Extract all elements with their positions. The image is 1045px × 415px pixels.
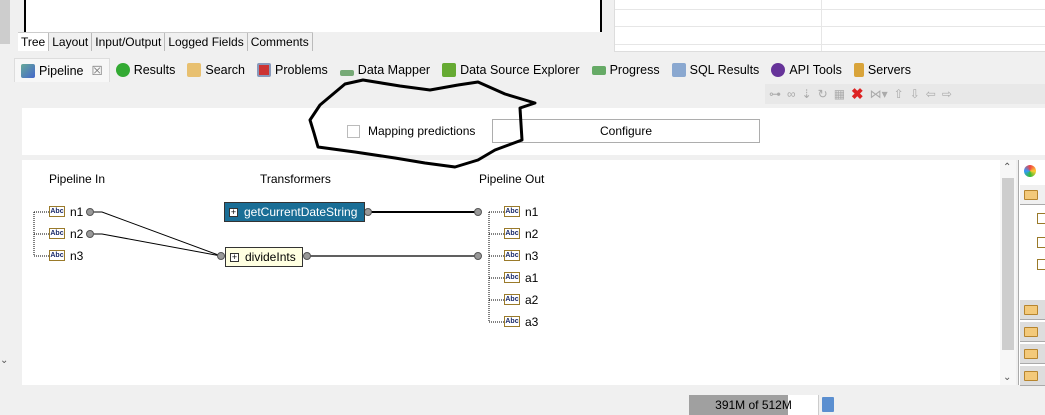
folder-icon (1024, 190, 1038, 200)
port-in-n1 (86, 208, 94, 216)
search-icon (187, 63, 202, 77)
port-divideints-in (217, 252, 225, 260)
string-type-icon: Abc (49, 206, 65, 217)
heap-usage-text: 391M of 512M (715, 398, 792, 412)
string-type-icon: Abc (504, 272, 520, 283)
pipeline-in-header: Pipeline In (49, 172, 106, 186)
view-tabs: Pipeline ☒ Results Search Problems Data M… (14, 58, 917, 82)
status-bar (0, 393, 1045, 415)
palette-icon (1024, 165, 1036, 177)
link-icon[interactable]: ⊶ (769, 87, 781, 101)
variable-dropdown-icon[interactable]: ⋈▾ (870, 87, 888, 101)
mapping-predictions-label: Mapping predictions (368, 124, 476, 138)
port-divideints-out (303, 252, 311, 260)
table-icon[interactable]: ▦ (834, 87, 845, 101)
editor-area (24, 0, 602, 32)
pipeline-out-header: Pipeline Out (479, 172, 545, 186)
problems-icon (257, 63, 271, 77)
configure-button[interactable]: Configure (492, 119, 760, 143)
tab-pipeline[interactable]: Pipeline ☒ (14, 58, 110, 82)
string-type-icon: Abc (504, 228, 520, 239)
tab-layout[interactable]: Layout (49, 33, 93, 51)
refresh-icon[interactable]: ↻ (818, 87, 828, 101)
properties-table (614, 0, 1045, 52)
port-out-n1 (474, 208, 482, 216)
string-type-icon: Abc (504, 206, 520, 217)
tab-tree[interactable]: Tree (18, 33, 50, 51)
tab-search[interactable]: Search (181, 58, 251, 82)
string-type-icon: Abc (49, 228, 65, 239)
string-type-icon (1037, 237, 1045, 248)
tab-input-output[interactable]: Input/Output (92, 33, 166, 51)
tab-comments[interactable]: Comments (247, 33, 313, 51)
string-type-icon (1037, 259, 1045, 270)
scrollbar-thumb[interactable] (1002, 178, 1014, 350)
mapper-canvas: Pipeline In Transformers Pipeline Out Ab… (22, 160, 1000, 385)
palette-folder[interactable] (1020, 344, 1045, 364)
scroll-down-icon[interactable]: ⌄ (1003, 372, 1011, 383)
palette-folder[interactable] (1020, 322, 1045, 342)
data-source-icon (442, 63, 457, 77)
expand-icon[interactable]: + (229, 207, 238, 217)
transformer-divideints[interactable]: + divideInts (225, 247, 303, 267)
view-toolbar: ⊶ ∞ ⇣ ↻ ▦ ✖ ⋈▾ ⇧ ⇩ ⇦ ⇨ (765, 84, 1045, 104)
folder-icon (1024, 327, 1038, 337)
folder-icon (1024, 349, 1038, 359)
left-scrollbar[interactable] (0, 0, 10, 44)
progress-icon (591, 65, 606, 75)
string-type-icon: Abc (49, 250, 65, 261)
palette-folder[interactable] (1020, 185, 1045, 205)
tab-servers[interactable]: Servers (848, 58, 917, 82)
api-tools-icon (771, 63, 786, 77)
heap-status[interactable]: 391M of 512M (689, 395, 819, 415)
port-getcurrentdatestring-out (364, 208, 372, 216)
pipeline-icon (21, 63, 35, 78)
delete-icon[interactable]: ✖ (851, 85, 864, 103)
folder-icon (1024, 371, 1038, 381)
chain-icon[interactable]: ∞ (787, 87, 796, 101)
move-right-icon[interactable]: ⇨ (942, 87, 952, 101)
scroll-up-icon[interactable]: ⌃ (1003, 162, 1011, 173)
expand-icon[interactable]: + (230, 252, 239, 262)
results-icon (115, 63, 130, 77)
sql-results-icon (671, 63, 686, 77)
tab-data-mapper[interactable]: Data Mapper (334, 58, 436, 82)
tab-api-tools[interactable]: API Tools (765, 58, 848, 82)
port-in-n2 (86, 230, 94, 238)
editor-tabs: Tree Layout Input/Output Logged Fields C… (18, 32, 313, 51)
move-up-icon[interactable]: ⇧ (894, 87, 904, 101)
palette-folder[interactable] (1020, 366, 1045, 386)
tab-progress[interactable]: Progress (586, 58, 666, 82)
garbage-collect-icon[interactable] (822, 397, 834, 412)
data-mapper-icon (339, 70, 354, 76)
tab-sql-results[interactable]: SQL Results (666, 58, 766, 82)
close-icon[interactable]: ☒ (91, 63, 102, 78)
move-left-icon[interactable]: ⇦ (926, 87, 936, 101)
scroll-down-arrow[interactable]: ⌄ (0, 355, 10, 385)
servers-icon (853, 63, 864, 77)
transformer-getcurrentdatestring[interactable]: + getCurrentDateString (224, 202, 365, 222)
tab-data-source-explorer[interactable]: Data Source Explorer (436, 58, 586, 82)
string-type-icon: Abc (504, 294, 520, 305)
string-type-icon (1037, 213, 1045, 224)
transformers-header: Transformers (260, 172, 331, 186)
string-type-icon: Abc (504, 316, 520, 327)
port-out-n3 (474, 252, 482, 260)
tab-problems[interactable]: Problems (251, 58, 334, 82)
tab-logged-fields[interactable]: Logged Fields (165, 33, 248, 51)
string-type-icon: Abc (504, 250, 520, 261)
tab-results[interactable]: Results (110, 58, 182, 82)
mapping-predictions-checkbox[interactable] (347, 125, 360, 138)
palette-panel (1018, 160, 1045, 386)
insert-variable-icon[interactable]: ⇣ (802, 87, 812, 101)
move-down-icon[interactable]: ⇩ (910, 87, 920, 101)
folder-icon (1024, 305, 1038, 315)
palette-folder[interactable] (1020, 300, 1045, 320)
